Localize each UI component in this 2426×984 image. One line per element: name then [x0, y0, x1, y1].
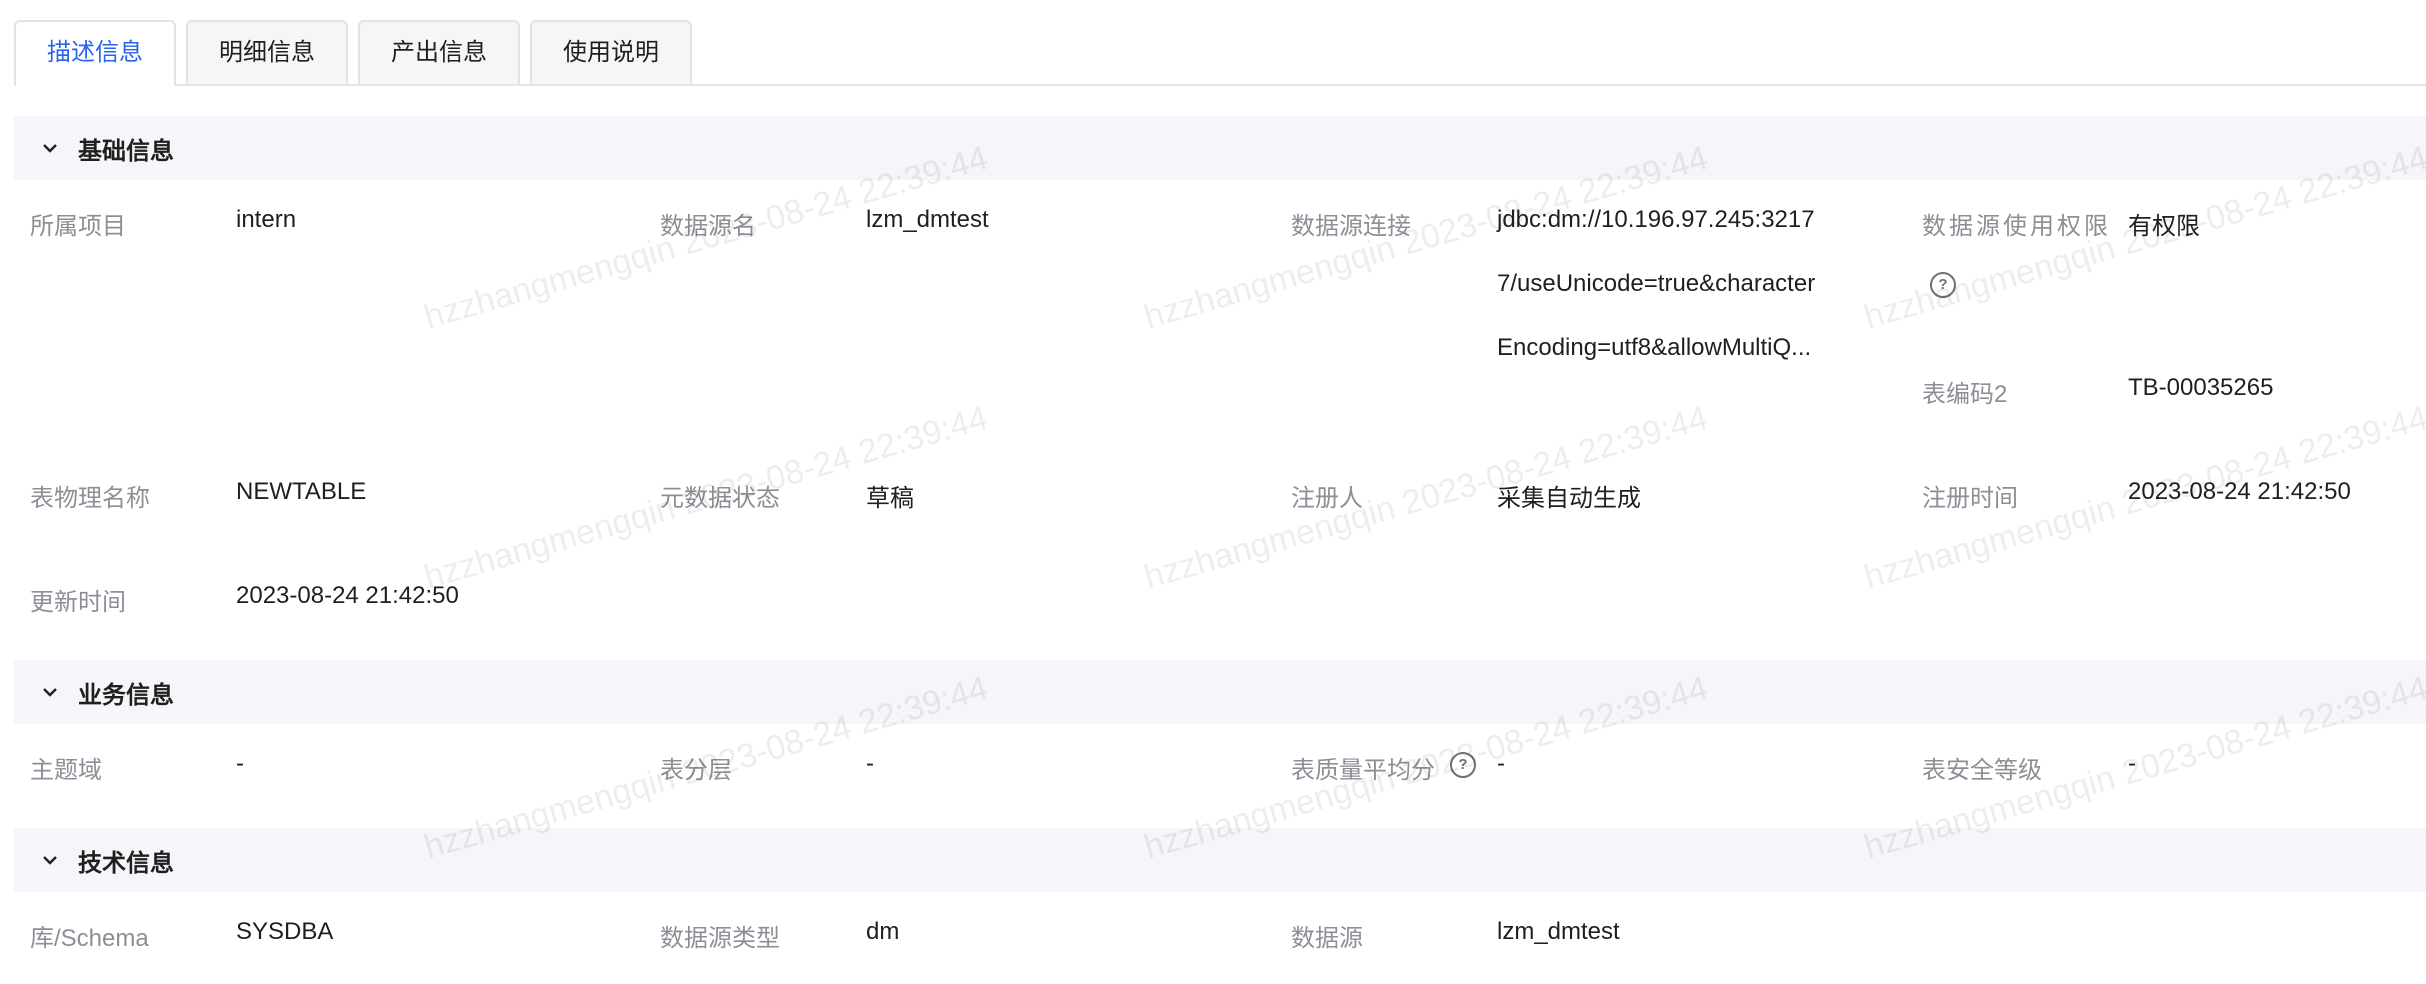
update-time-label: 更新时间 [30, 589, 126, 616]
section-header-tech[interactable]: 技术信息 [14, 828, 2426, 892]
physical-name-value: NEWTABLE [236, 478, 367, 505]
tab-details[interactable]: 明细信息 [186, 20, 348, 84]
datasource-value: lzm_dmtest [1497, 918, 1620, 945]
datasource-type-value: dm [866, 918, 900, 945]
datasource-permission-label: 数据源使用权限 [1922, 213, 2111, 240]
update-time-value: 2023-08-24 21:42:50 [236, 582, 459, 609]
chevron-down-icon [43, 688, 57, 697]
section-title-business: 业务信息 [78, 681, 174, 709]
section-header-basic[interactable]: 基础信息 [14, 116, 2426, 180]
question-circle-icon[interactable]: ? [1930, 272, 1956, 298]
registrant-label: 注册人 [1291, 485, 1363, 512]
datasource-label: 数据源 [1291, 925, 1363, 952]
table-layer-value: - [866, 750, 874, 777]
datasource-connection-line-3: Encoding=utf8&allowMultiQ... [1497, 334, 1812, 361]
section-title-tech: 技术信息 [78, 849, 174, 877]
table-layer-label: 表分层 [660, 757, 732, 784]
tab-usage[interactable]: 使用说明 [530, 20, 692, 84]
register-time-value: 2023-08-24 21:42:50 [2128, 478, 2351, 505]
datasource-type-label: 数据源类型 [660, 925, 780, 952]
datasource-name-label: 数据源名 [660, 213, 756, 240]
tab-output[interactable]: 产出信息 [358, 20, 520, 84]
quality-score-label: 表质量平均分 [1291, 757, 1435, 784]
section-header-business[interactable]: 业务信息 [14, 660, 2426, 724]
datasource-permission-value: 有权限 [2128, 213, 2200, 240]
schema-value: SYSDBA [236, 918, 334, 945]
security-level-label: 表安全等级 [1922, 757, 2042, 784]
question-circle-icon[interactable]: ? [1450, 752, 1476, 778]
registrant-value: 采集自动生成 [1497, 485, 1641, 512]
security-level-value: - [2128, 750, 2136, 777]
chevron-down-icon [43, 144, 57, 153]
project-label: 所属项目 [30, 213, 126, 240]
subject-domain-value: - [236, 750, 244, 777]
section-title-basic: 基础信息 [78, 137, 174, 165]
datasource-name-value: lzm_dmtest [866, 206, 989, 233]
quality-score-value: - [1497, 750, 1505, 777]
tab-bar: 描述信息 明细信息 产出信息 使用说明 [14, 20, 2426, 86]
physical-name-label: 表物理名称 [30, 485, 150, 512]
datasource-connection-line-1: jdbc:dm://10.196.97.245:3217 [1497, 206, 1815, 233]
subject-domain-label: 主题域 [30, 757, 102, 784]
table-code-label: 表编码2 [1922, 381, 2008, 408]
datasource-connection-line-2: 7/useUnicode=true&character [1497, 270, 1816, 297]
datasource-connection-label: 数据源连接 [1291, 213, 1411, 240]
table-code-value: TB-00035265 [2128, 374, 2274, 401]
schema-label: 库/Schema [30, 925, 149, 952]
project-value: intern [236, 206, 297, 233]
register-time-label: 注册时间 [1922, 485, 2018, 512]
metadata-status-label: 元数据状态 [660, 485, 780, 512]
chevron-down-icon [43, 856, 57, 865]
tab-description[interactable]: 描述信息 [14, 20, 176, 86]
metadata-status-value: 草稿 [866, 485, 914, 512]
